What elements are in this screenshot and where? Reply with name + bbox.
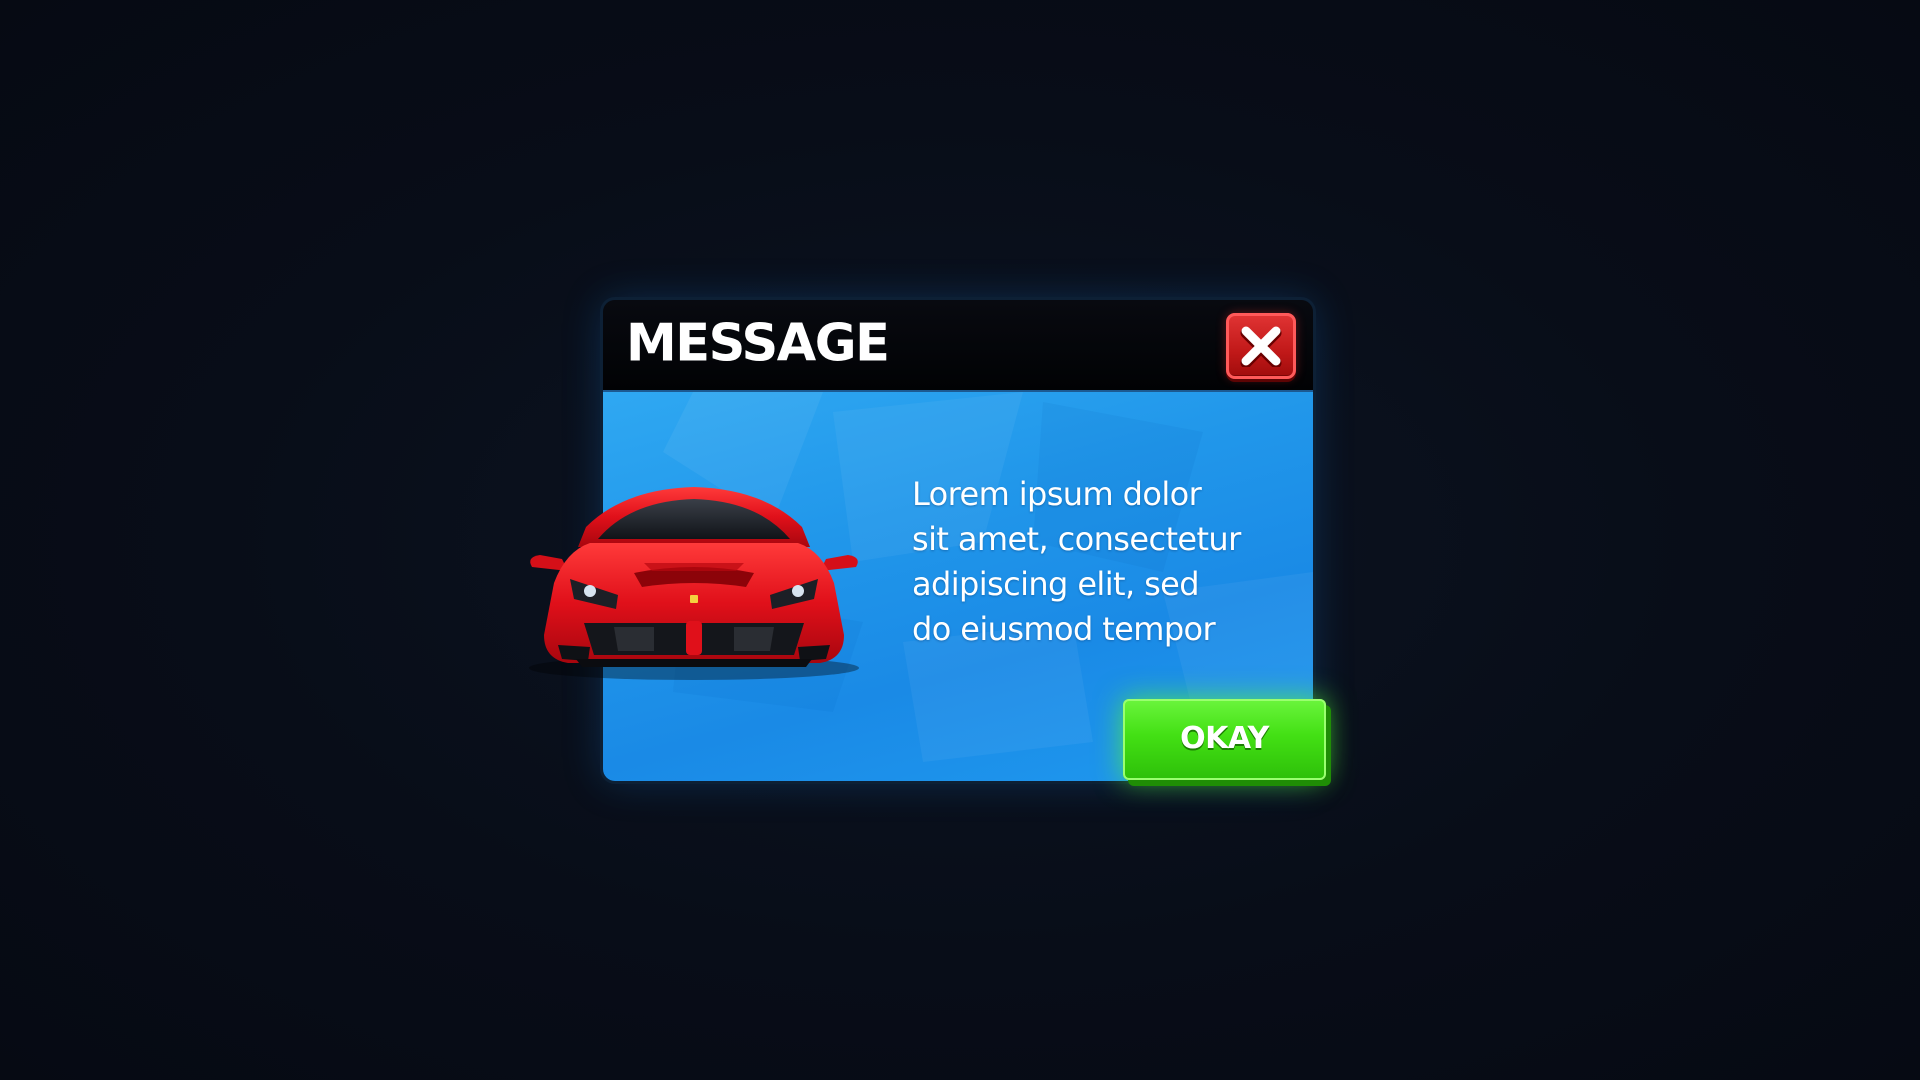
message-line: adipiscing elit, sed (912, 565, 1200, 603)
message-line: Lorem ipsum dolor (912, 475, 1202, 513)
okay-button-label: OKAY (1180, 721, 1269, 756)
message-text: Lorem ipsum dolor sit amet, consectetur … (912, 472, 1292, 652)
close-button[interactable] (1226, 313, 1296, 379)
red-sports-car-image (529, 487, 859, 680)
dialog-header: MESSAGE (603, 300, 1313, 392)
okay-button[interactable]: OKAY (1123, 699, 1326, 780)
message-line: do eiusmod tempor (912, 610, 1216, 648)
message-line: sit amet, consectetur (912, 520, 1241, 558)
close-x-icon (1240, 326, 1282, 367)
dialog-title: MESSAGE (626, 313, 890, 374)
